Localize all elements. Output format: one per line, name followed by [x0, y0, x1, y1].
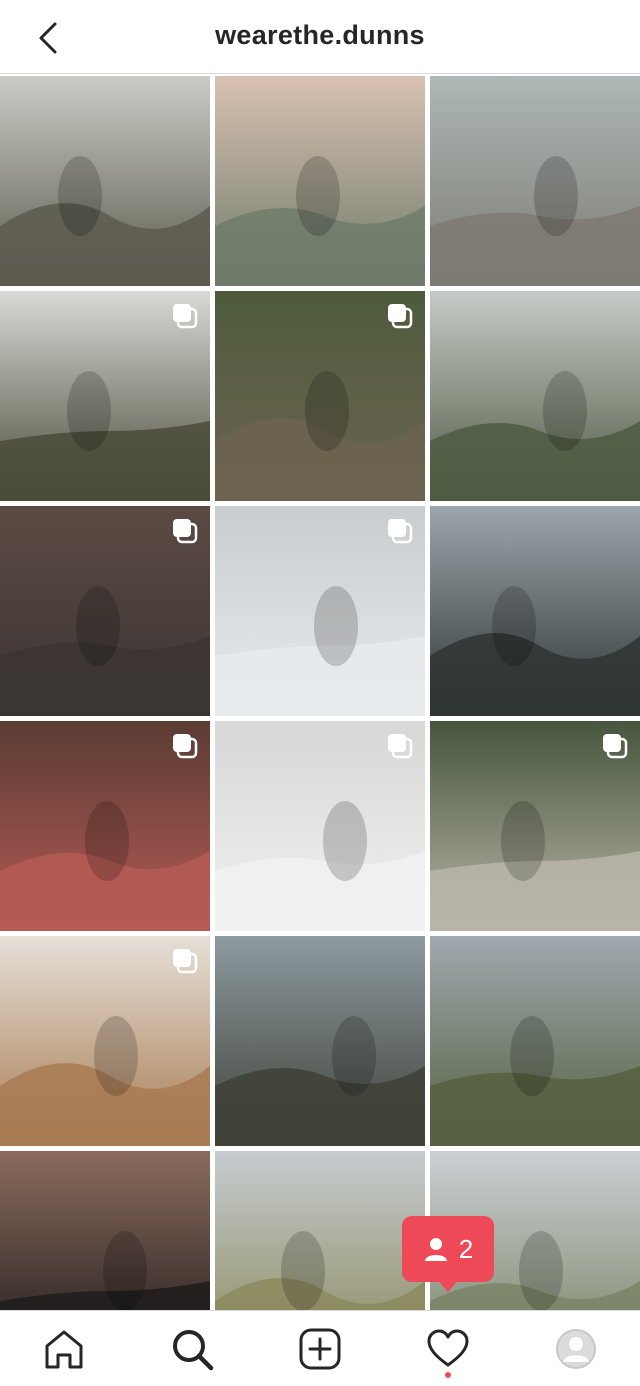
post-image [0, 76, 210, 286]
nav-home[interactable] [0, 1311, 128, 1386]
grid-post-thumbnail[interactable] [430, 291, 640, 501]
multiple-photos-icon [388, 519, 413, 544]
grid-post-thumbnail[interactable] [0, 76, 210, 286]
multiple-photos-icon [388, 304, 413, 329]
activity-dot [445, 1372, 451, 1378]
grid-post-thumbnail[interactable] [215, 1151, 425, 1310]
post-image [215, 76, 425, 286]
new-post-icon [299, 1328, 341, 1369]
grid-post-thumbnail[interactable] [0, 1151, 210, 1310]
nav-profile[interactable] [512, 1311, 640, 1386]
post-image [215, 936, 425, 1146]
grid-post-thumbnail[interactable] [215, 76, 425, 286]
grid-post-thumbnail[interactable] [0, 506, 210, 716]
profile-avatar [556, 1328, 596, 1369]
post-image [215, 1151, 425, 1310]
grid-post-thumbnail[interactable] [430, 936, 640, 1146]
home-icon [45, 1330, 83, 1368]
post-image [0, 1151, 210, 1310]
nav-activity[interactable] [384, 1311, 512, 1386]
nav-search[interactable] [128, 1311, 256, 1386]
multiple-photos-icon [603, 734, 628, 759]
grid-post-thumbnail[interactable] [430, 721, 640, 931]
search-icon [173, 1329, 214, 1370]
grid-post-thumbnail[interactable] [215, 721, 425, 931]
activity-notification-badge[interactable]: 2 [402, 1216, 494, 1292]
grid-post-thumbnail[interactable] [0, 936, 210, 1146]
grid-post-thumbnail[interactable] [0, 291, 210, 501]
grid-post-thumbnail[interactable] [215, 506, 425, 716]
grid-post-thumbnail[interactable] [0, 721, 210, 931]
notification-count: 2 [458, 1233, 474, 1264]
person-icon [424, 1238, 447, 1261]
badge-tail [438, 1280, 458, 1292]
post-image [430, 506, 640, 716]
nav-new-post[interactable] [256, 1311, 384, 1386]
grid-post-thumbnail[interactable] [215, 936, 425, 1146]
multiple-photos-icon [388, 734, 413, 759]
multiple-photos-icon [173, 949, 198, 974]
activity-heart-icon [427, 1329, 469, 1366]
top-bar: wearethe.dunns [0, 0, 640, 74]
multiple-photos-icon [173, 519, 198, 544]
post-image [430, 936, 640, 1146]
post-image [430, 76, 640, 286]
bottom-nav [0, 1310, 640, 1386]
grid-post-thumbnail[interactable] [215, 291, 425, 501]
photo-grid [0, 76, 640, 1310]
post-image [430, 291, 640, 501]
multiple-photos-icon [173, 304, 198, 329]
multiple-photos-icon [173, 734, 198, 759]
grid-post-thumbnail[interactable] [430, 506, 640, 716]
grid-post-thumbnail[interactable] [430, 76, 640, 286]
profile-username: wearethe.dunns [215, 20, 425, 50]
